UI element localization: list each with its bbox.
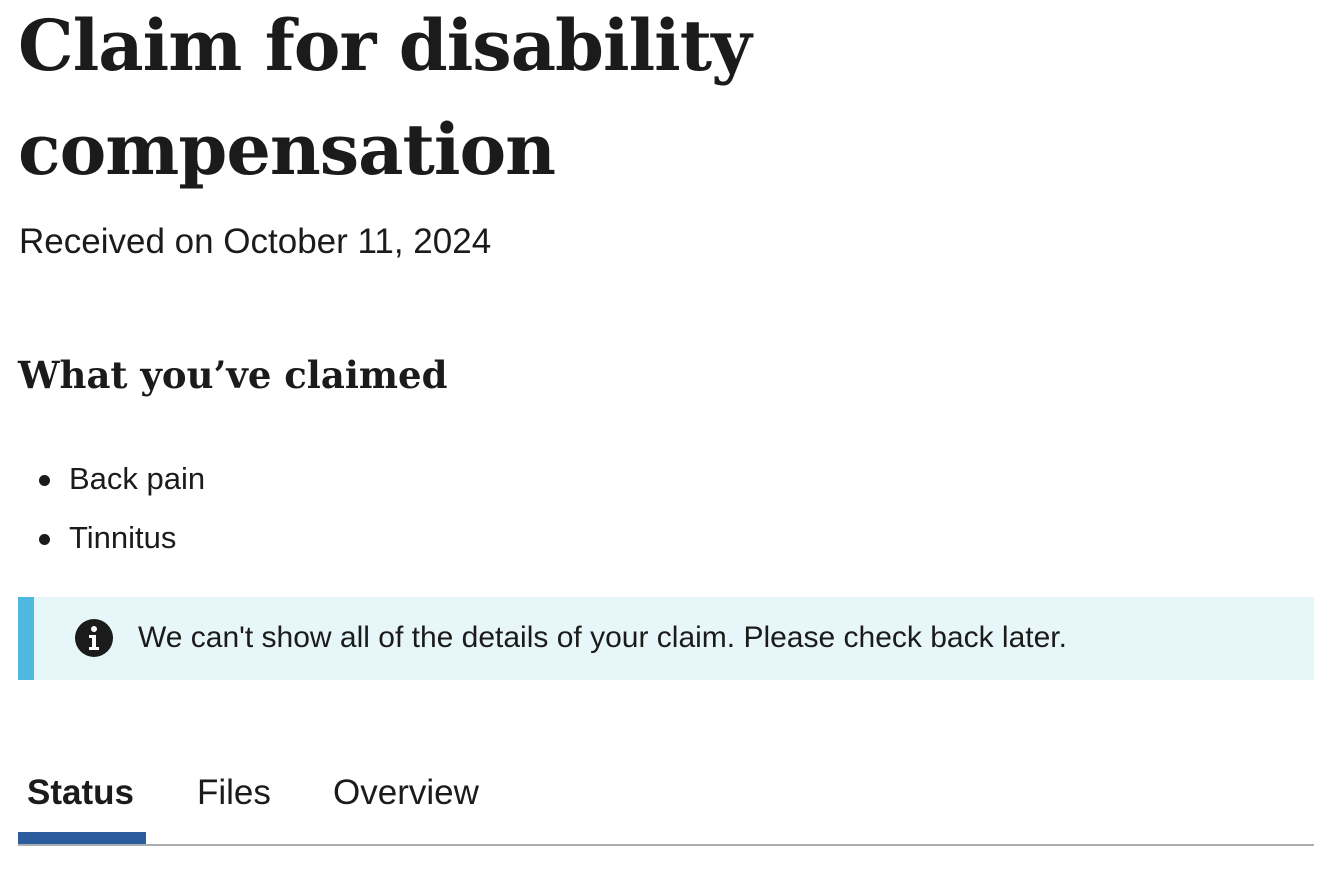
claim-tabs: Status Files Overview xyxy=(18,760,1314,846)
claimed-heading: What you’ve claimed xyxy=(18,353,448,397)
tab-status[interactable]: Status xyxy=(27,770,134,816)
received-date: Received on October 11, 2024 xyxy=(19,222,492,261)
claimed-item-label: Tinnitus xyxy=(69,520,177,555)
bullet-icon xyxy=(39,534,50,545)
claimed-item-label: Back pain xyxy=(69,461,206,496)
info-icon xyxy=(74,618,114,658)
bullet-icon xyxy=(39,475,50,486)
tab-files[interactable]: Files xyxy=(197,770,271,816)
claimed-list: Back pain Tinnitus xyxy=(18,456,205,574)
active-tab-indicator xyxy=(18,832,146,844)
list-item: Tinnitus xyxy=(18,515,205,574)
tab-overview[interactable]: Overview xyxy=(333,770,479,816)
alert-message: We can't show all of the details of your… xyxy=(138,621,1067,654)
list-item: Back pain xyxy=(18,456,205,515)
page-title: Claim for disability compensation xyxy=(18,4,752,191)
info-alert: We can't show all of the details of your… xyxy=(18,597,1314,680)
